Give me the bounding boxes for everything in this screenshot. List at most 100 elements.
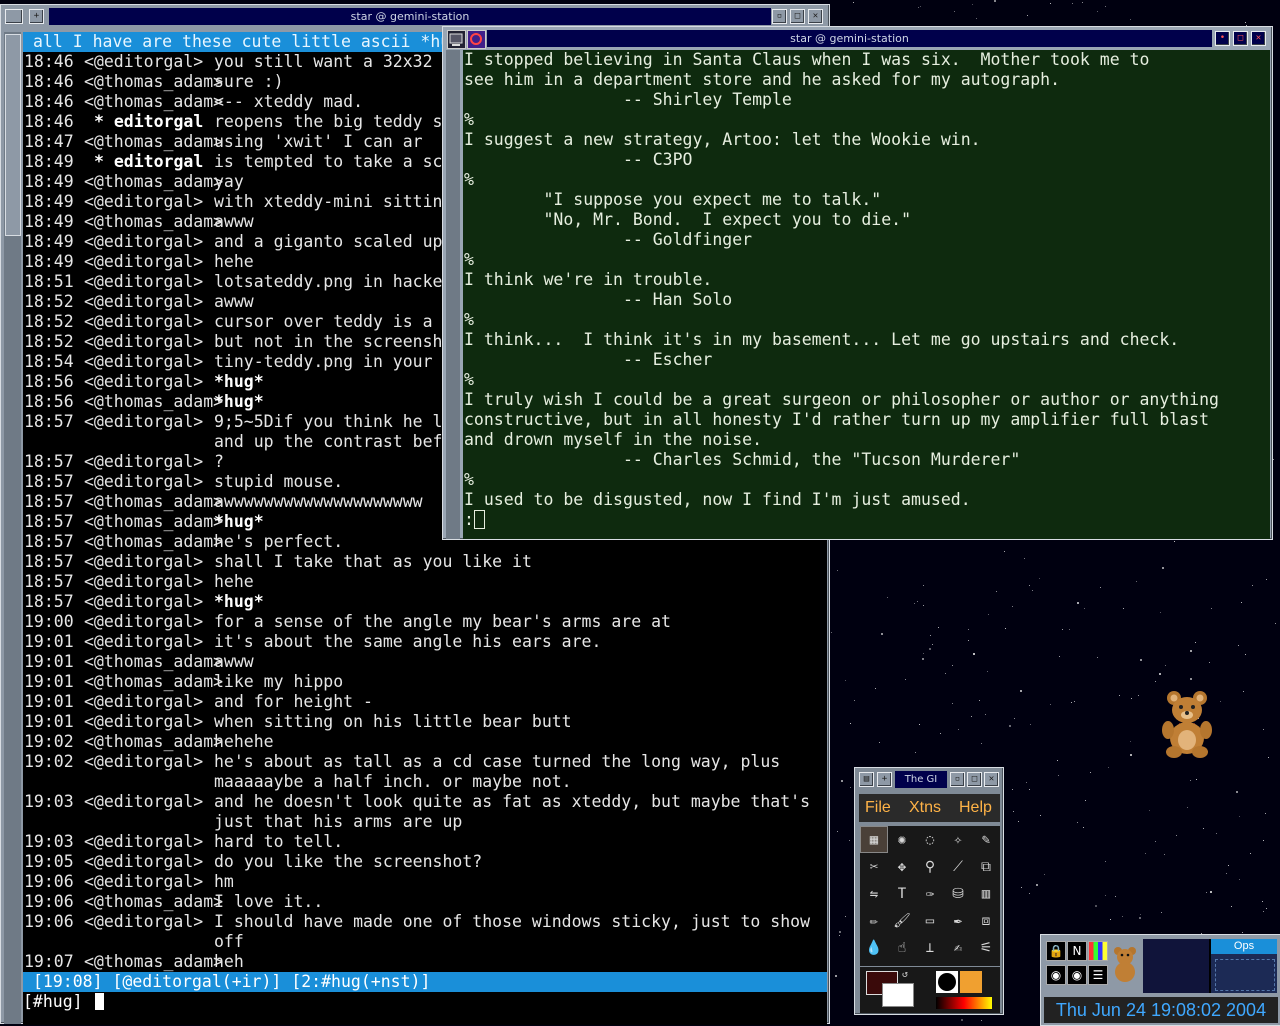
menu-help[interactable]: Help xyxy=(959,794,992,822)
rect-select-tool-icon[interactable]: ▦ xyxy=(860,826,888,853)
teddy-launcher-icon[interactable] xyxy=(1111,945,1139,983)
netscape-icon[interactable]: N xyxy=(1067,941,1087,961)
irc-input-line[interactable]: [#hug] xyxy=(23,992,827,1012)
pattern-preview-icon[interactable] xyxy=(960,971,982,993)
gimp-titlebar[interactable]: The GI xyxy=(895,771,947,788)
bucket-fill-tool-icon[interactable]: ⛁ xyxy=(944,880,972,907)
fortune-terminal-content[interactable]: I stopped believing in Santa Claus when … xyxy=(463,50,1270,539)
gimp-close-button[interactable]: ✕ xyxy=(984,772,999,787)
gimp-menu-button[interactable]: ▤ xyxy=(859,772,874,787)
maximize-button[interactable]: □ xyxy=(790,9,805,24)
free-select-tool-icon[interactable]: ◌ xyxy=(916,826,944,853)
sticky-button[interactable]: + xyxy=(29,9,44,24)
close-button[interactable]: ✕ xyxy=(808,9,823,24)
swap-colors-icon[interactable]: ↺ xyxy=(902,969,908,980)
chat-nick: <@editorgal> xyxy=(84,192,204,211)
eyes-icon[interactable]: ◉ xyxy=(1046,965,1066,985)
eraser-tool-icon[interactable]: ▭ xyxy=(916,907,944,934)
airbrush-tool-icon[interactable]: ✒ xyxy=(944,907,972,934)
fortune-line: constructive, but in all honesty I'd rat… xyxy=(464,410,1210,429)
chat-nick: <@thomas_adam> xyxy=(84,652,224,671)
gimp-sticky-button[interactable]: + xyxy=(877,772,892,787)
clone-tool-icon[interactable]: ⧈ xyxy=(972,907,1000,934)
color-picker-tool-icon[interactable]: ✑ xyxy=(916,880,944,907)
star xyxy=(940,733,942,735)
gimp-maximize-button[interactable]: □ xyxy=(967,772,982,787)
pager-prompt-line[interactable]: : xyxy=(464,510,1270,530)
color-bars-icon[interactable] xyxy=(1088,941,1108,961)
chat-nick: <@editorgal> xyxy=(84,472,204,491)
ellipse-select-tool-icon[interactable]: ✺ xyxy=(888,826,916,853)
lock-icon[interactable]: 🔒 xyxy=(1046,941,1066,961)
smudge-tool-icon[interactable]: ☝ xyxy=(888,934,916,961)
irc-window-titlebar[interactable]: star @ gemini-station xyxy=(49,8,771,25)
minimize-button[interactable]: ▫ xyxy=(772,9,787,24)
chat-timestamp: 18:49 xyxy=(24,152,74,171)
stick-icon[interactable] xyxy=(467,30,486,49)
desk-1[interactable] xyxy=(1143,939,1209,993)
status-time: [19:08] xyxy=(33,972,103,991)
star xyxy=(1011,606,1013,608)
star xyxy=(874,687,876,689)
paths-tool-icon[interactable]: ✎ xyxy=(972,826,1000,853)
ink-tool-icon[interactable]: ✍ xyxy=(944,934,972,961)
gimp-menubar: File Xtns Help xyxy=(859,794,1000,822)
xteddy-bear[interactable] xyxy=(1160,690,1214,758)
fortune-line: I truly wish I could be a great surgeon … xyxy=(464,390,1219,409)
virtual-desktop-pager[interactable]: Ops xyxy=(1143,939,1277,993)
chat-timestamp: 19:01 xyxy=(24,712,74,731)
crop-tool-icon[interactable]: ⟋ xyxy=(944,853,972,880)
fortune-line: -- C3PO xyxy=(464,150,693,169)
star xyxy=(922,584,924,586)
pager-prompt: : xyxy=(464,510,474,529)
fortune-line: I think... I think it's in my basement..… xyxy=(464,330,1180,349)
measure-tool-icon[interactable]: ⟂ xyxy=(916,934,944,961)
background-color-swatch[interactable] xyxy=(882,983,914,1007)
fortune-window-titlebar[interactable]: star @ gemini-station xyxy=(487,30,1212,47)
convolve-tool-icon[interactable]: ⚟ xyxy=(972,934,1000,961)
pencil-tool-icon[interactable]: ✏ xyxy=(860,907,888,934)
text-tool-icon[interactable]: T xyxy=(888,880,916,907)
gimp-toolbox-window[interactable]: ▤ + The GI ▫ □ ✕ File Xtns Help ▦ ✺ ◌ ✧ … xyxy=(854,767,1004,1015)
window-menu-button[interactable] xyxy=(5,9,23,24)
flip-tool-icon[interactable]: ⇋ xyxy=(860,880,888,907)
fortune-maximize-button[interactable]: □ xyxy=(1233,31,1248,46)
chat-message: do you like the screenshot? xyxy=(214,852,483,871)
gradient-preview[interactable] xyxy=(936,997,992,1009)
gimp-title: The GI xyxy=(904,774,938,785)
chat-nick: <@editorgal> xyxy=(84,612,204,631)
chat-timestamp: 19:00 xyxy=(24,612,74,631)
transform-tool-icon[interactable]: ⧉ xyxy=(972,853,1000,880)
chat-nick: <@editorgal> xyxy=(84,632,204,651)
brush-preview-icon[interactable] xyxy=(936,971,958,993)
star xyxy=(886,597,888,599)
star xyxy=(1029,892,1031,894)
eyes2-icon[interactable]: ◉ xyxy=(1067,965,1087,985)
star xyxy=(1139,914,1141,916)
fortune-minimize-button[interactable]: • xyxy=(1215,31,1230,46)
terminal-icon[interactable] xyxy=(447,30,466,49)
chat-timestamp: 18:51 xyxy=(24,272,74,291)
paintbrush-tool-icon[interactable]: 🖌 xyxy=(888,907,916,934)
fortune-close-button[interactable]: ✕ xyxy=(1251,31,1266,46)
fuzzy-select-tool-icon[interactable]: ✧ xyxy=(944,826,972,853)
star xyxy=(853,1,855,3)
dodge-tool-icon[interactable]: 💧 xyxy=(860,934,888,961)
irc-scrollbar[interactable] xyxy=(4,32,21,1024)
fortune-scrollbar[interactable] xyxy=(446,50,460,539)
menu-xtns[interactable]: Xtns xyxy=(909,794,941,822)
notepad-icon[interactable]: ☰ xyxy=(1088,965,1108,985)
chat-timestamp: 18:49 xyxy=(24,232,74,251)
gimp-minimize-button[interactable]: ▫ xyxy=(950,772,965,787)
scissors-tool-icon[interactable]: ✂ xyxy=(860,853,888,880)
magnify-tool-icon[interactable]: ⚲ xyxy=(916,853,944,880)
menu-file[interactable]: File xyxy=(865,794,891,822)
fortune-terminal-window[interactable]: star @ gemini-station • □ ✕ I stopped be… xyxy=(442,26,1273,540)
pager-dock: 🔒 N ◉ ◉ ☰ Ops Thu Jun 24 19:08:02 2004 xyxy=(1040,934,1280,1026)
star xyxy=(967,629,969,631)
move-tool-icon[interactable]: ✥ xyxy=(888,853,916,880)
star xyxy=(937,627,939,629)
irc-scrollbar-thumb[interactable] xyxy=(5,34,21,236)
blend-tool-icon[interactable]: ▥ xyxy=(972,880,1000,907)
star xyxy=(1264,813,1266,815)
